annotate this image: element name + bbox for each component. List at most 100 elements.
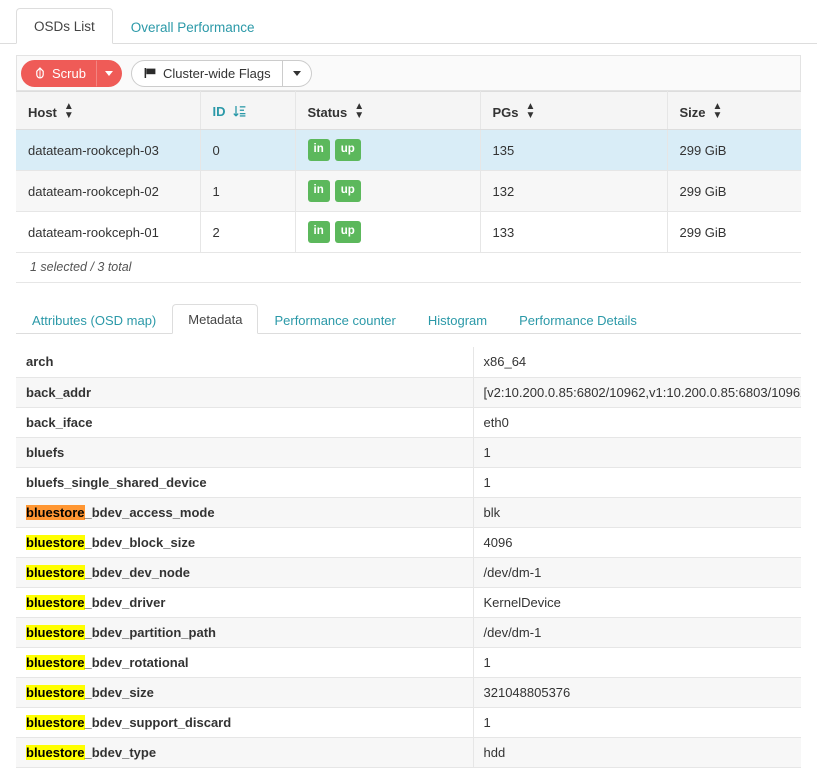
- metadata-row: bluestore_bdev_partition_path /dev/dm-1: [16, 617, 801, 648]
- metadata-key: bluefs: [16, 437, 474, 468]
- detail-tab-label: Performance counter: [274, 313, 396, 328]
- cell-status: in up: [295, 129, 481, 171]
- table-row[interactable]: datateam-rookceph-01 2 in up 133 299 GiB: [16, 211, 801, 253]
- status-badge-in: in: [307, 220, 330, 244]
- flag-icon: [144, 67, 157, 79]
- sort-toggle-icon: ▲ ▼: [354, 101, 365, 121]
- column-header-label: Size: [679, 105, 706, 120]
- cell-status: in up: [295, 211, 481, 253]
- metadata-row: arch x86_64: [16, 347, 801, 378]
- metadata-key: bluestore_bdev_access_mode: [16, 497, 474, 528]
- osd-toolbar: Scrub Cluster-wide Flags: [16, 55, 801, 91]
- cell-pgs: 133: [480, 211, 668, 253]
- column-header-size[interactable]: Size ▲ ▼: [667, 91, 801, 130]
- column-header-status[interactable]: Status ▲ ▼: [295, 91, 481, 130]
- osd-table-container: Host ▲ ▼ ID Status ▲ ▼ PGs ▲ ▼ Size ▲ ▼ datateam-ro…: [0, 91, 817, 283]
- status-badge-up: up: [334, 179, 361, 203]
- osd-table-header-row: Host ▲ ▼ ID Status ▲ ▼ PGs ▲ ▼ Size ▲ ▼: [16, 91, 801, 130]
- column-header-label: ID: [212, 103, 226, 119]
- scrub-dropdown-toggle[interactable]: [95, 59, 122, 87]
- cell-host: datateam-rookceph-03: [16, 129, 201, 171]
- metadata-row: back_iface eth0: [16, 407, 801, 438]
- sort-toggle-icon: ▲ ▼: [712, 101, 723, 121]
- metadata-row: bluefs 1: [16, 437, 801, 468]
- cell-size: 299 GiB: [667, 170, 801, 212]
- table-row[interactable]: datateam-rookceph-02 1 in up 132 299 GiB: [16, 170, 801, 212]
- metadata-row: bluestore_bdev_access_mode blk: [16, 497, 801, 528]
- metadata-key: bluestore_bdev_dev_node: [16, 557, 474, 588]
- scrub-button-label: Scrub: [52, 65, 86, 81]
- status-badge-up: up: [334, 138, 361, 162]
- sort-descending-icon: [232, 105, 246, 121]
- detail-tab-attributes-osd-map-[interactable]: Attributes (OSD map): [16, 305, 172, 334]
- search-highlight: bluestore: [26, 744, 85, 760]
- osd-table: Host ▲ ▼ ID Status ▲ ▼ PGs ▲ ▼ Size ▲ ▼ datateam-ro…: [16, 91, 801, 253]
- status-badge-up: up: [334, 220, 361, 244]
- cell-pgs: 132: [480, 170, 668, 212]
- detail-tab-bar: Attributes (OSD map) Metadata Performanc…: [16, 301, 801, 334]
- metadata-table-container: arch x86_64 back_addr [v2:10.200.0.85:68…: [0, 334, 817, 768]
- cell-pgs: 135: [480, 129, 668, 171]
- metadata-key: bluestore_bdev_driver: [16, 587, 474, 618]
- metadata-value: KernelDevice: [473, 587, 801, 618]
- toolbar-container: Scrub Cluster-wide Flags: [0, 44, 817, 91]
- search-highlight: bluestore: [26, 534, 85, 550]
- scrub-button-group: Scrub: [21, 59, 122, 87]
- cell-host: datateam-rookceph-02: [16, 170, 201, 212]
- metadata-value: 321048805376: [473, 677, 801, 708]
- cell-status: in up: [295, 170, 481, 212]
- metadata-value: 4096: [473, 527, 801, 558]
- table-row[interactable]: datateam-rookceph-03 0 in up 135 299 GiB: [16, 129, 801, 171]
- metadata-value: x86_64: [473, 347, 801, 378]
- detail-tab-metadata[interactable]: Metadata: [172, 304, 259, 334]
- search-highlight: bluestore: [26, 504, 85, 520]
- metadata-row: bluefs_single_shared_device 1: [16, 467, 801, 498]
- sort-toggle-icon: ▲ ▼: [63, 101, 74, 121]
- cell-size: 299 GiB: [667, 211, 801, 253]
- metadata-row: bluestore_bdev_support_discard 1: [16, 707, 801, 738]
- metadata-value: 1: [473, 647, 801, 678]
- cluster-flags-dropdown-toggle[interactable]: [282, 59, 312, 87]
- cluster-wide-flags-button[interactable]: Cluster-wide Flags: [130, 59, 283, 87]
- column-header-pgs[interactable]: PGs ▲ ▼: [480, 91, 668, 130]
- scrub-button[interactable]: Scrub: [21, 59, 96, 87]
- metadata-key: bluestore_bdev_rotational: [16, 647, 474, 678]
- search-highlight: bluestore: [26, 684, 85, 700]
- tab-label: OSDs List: [34, 18, 95, 34]
- main-tab-bar: OSDs List Overall Performance: [0, 0, 817, 44]
- column-header-id[interactable]: ID: [200, 91, 296, 130]
- detail-tab-histogram[interactable]: Histogram: [412, 305, 503, 334]
- brush-icon: [34, 66, 46, 80]
- cell-host: datateam-rookceph-01: [16, 211, 201, 253]
- metadata-key: back_iface: [16, 407, 474, 438]
- metadata-value: 1: [473, 707, 801, 738]
- metadata-value: [v2:10.200.0.85:6802/10962,v1:10.200.0.8…: [473, 377, 801, 408]
- detail-tab-performance-counter[interactable]: Performance counter: [258, 305, 411, 334]
- metadata-table: arch x86_64 back_addr [v2:10.200.0.85:68…: [16, 347, 801, 768]
- metadata-value: blk: [473, 497, 801, 528]
- status-badge-in: in: [307, 179, 330, 203]
- search-highlight: bluestore: [26, 624, 85, 640]
- metadata-row: bluestore_bdev_rotational 1: [16, 647, 801, 678]
- metadata-row: back_addr [v2:10.200.0.85:6802/10962,v1:…: [16, 377, 801, 408]
- metadata-value: /dev/dm-1: [473, 617, 801, 648]
- metadata-value: /dev/dm-1: [473, 557, 801, 588]
- detail-tab-label: Attributes (OSD map): [32, 313, 157, 328]
- column-header-host[interactable]: Host ▲ ▼: [16, 91, 201, 130]
- cell-id: 2: [200, 211, 296, 253]
- cell-id: 1: [200, 170, 296, 212]
- sort-toggle-icon: ▲ ▼: [525, 101, 536, 121]
- status-badge-in: in: [307, 138, 330, 162]
- metadata-row: bluestore_bdev_block_size 4096: [16, 527, 801, 558]
- search-highlight: bluestore: [26, 714, 85, 730]
- cluster-wide-flags-label: Cluster-wide Flags: [162, 65, 271, 81]
- search-highlight: bluestore: [26, 594, 85, 610]
- column-header-label: Host: [28, 105, 57, 120]
- metadata-key: arch: [16, 347, 474, 378]
- metadata-key: bluestore_bdev_type: [16, 737, 474, 768]
- tab-overall-performance[interactable]: Overall Performance: [113, 9, 273, 45]
- column-header-label: Status: [307, 105, 348, 120]
- detail-tab-performance-details[interactable]: Performance Details: [503, 305, 653, 334]
- tab-osds-list[interactable]: OSDs List: [16, 7, 113, 44]
- metadata-key: bluestore_bdev_partition_path: [16, 617, 474, 648]
